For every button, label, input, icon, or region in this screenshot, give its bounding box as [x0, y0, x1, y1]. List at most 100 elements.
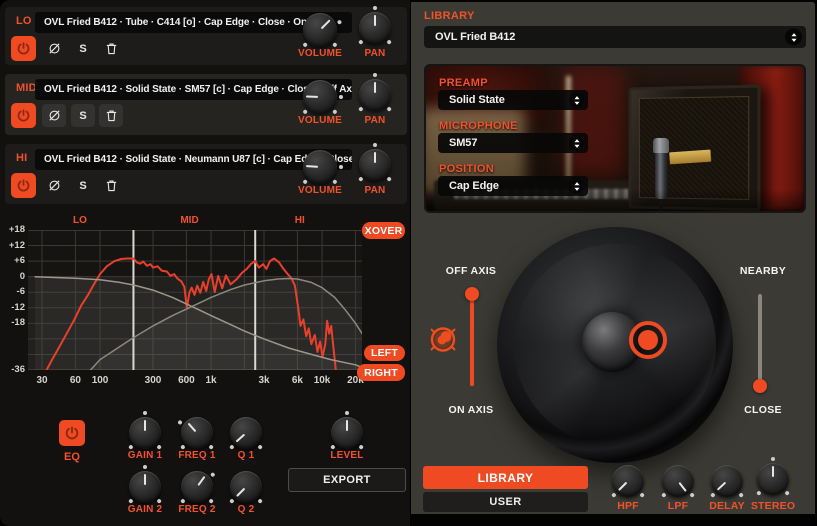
distance-slider[interactable]: [753, 287, 767, 393]
channel-strip-hi: HI OVL Fried B412 · Solid State · Neuman…: [5, 144, 407, 204]
q2-label: Q 2: [216, 504, 276, 515]
volume-knob[interactable]: [303, 80, 337, 114]
y-tick: +12: [6, 240, 25, 251]
slider-handle[interactable]: [465, 287, 479, 301]
volume-label: VOLUME: [288, 115, 352, 126]
left-channel-button[interactable]: LEFT: [364, 345, 405, 361]
axis-slider[interactable]: [465, 287, 479, 393]
phase-icon: [47, 178, 62, 193]
library-value: OVL Fried B412: [435, 31, 515, 43]
channel-strip-mid: MID OVL Fried B412 · Solid State · SM57 …: [5, 74, 407, 135]
delete-button[interactable]: [99, 174, 123, 197]
freq1-knob[interactable]: [181, 417, 213, 449]
microphone-dropdown[interactable]: SM57: [438, 133, 588, 153]
hpf-knob[interactable]: [612, 465, 644, 497]
hpf-label: HPF: [604, 500, 652, 512]
x-tick: 10k: [308, 375, 336, 386]
pan-knob[interactable]: [359, 12, 391, 44]
trash-icon: [104, 108, 119, 123]
gain2-knob[interactable]: [129, 471, 161, 503]
phase-invert-button[interactable]: [42, 174, 66, 197]
pan-label: PAN: [355, 115, 395, 126]
left-panel: LO OVL Fried B412 · Tube · C414 [o] · Ca…: [0, 0, 410, 526]
phase-invert-button[interactable]: [42, 37, 66, 60]
trash-icon: [104, 178, 119, 193]
pan-knob[interactable]: [359, 79, 391, 111]
cab-room-photo: PREAMP Solid State MICROPHONE SM57 POSIT…: [424, 64, 806, 213]
solo-button[interactable]: S: [71, 104, 95, 127]
preamp-label: PREAMP: [439, 77, 488, 89]
microphone-value: SM57: [449, 137, 477, 149]
pan-label: PAN: [355, 185, 395, 196]
graph-band-label: LO: [64, 215, 96, 226]
pan-knob[interactable]: [359, 149, 391, 181]
lpf-knob[interactable]: [662, 465, 694, 497]
position-dropdown[interactable]: Cap Edge: [438, 176, 588, 196]
dropdown-arrows-icon: [569, 179, 584, 194]
preamp-value: Solid State: [449, 94, 505, 106]
library-dropdown[interactable]: OVL Fried B412: [424, 26, 806, 48]
q1-knob[interactable]: [230, 417, 262, 449]
y-tick: +18: [6, 224, 25, 235]
volume-label: VOLUME: [288, 48, 352, 59]
delay-label: DELAY: [701, 500, 753, 512]
eq-power-button[interactable]: [59, 420, 85, 446]
x-tick: 100: [86, 375, 114, 386]
right-panel: LIBRARY OVL Fried B412 PREAMP Sol: [411, 2, 815, 514]
solo-button[interactable]: S: [71, 174, 95, 197]
dropdown-arrows-icon: [785, 29, 802, 46]
phase-invert-button[interactable]: [42, 104, 66, 127]
x-tick: 30: [28, 375, 56, 386]
level-knob[interactable]: [331, 417, 363, 449]
stereo-knob[interactable]: [757, 463, 789, 495]
delete-button[interactable]: [99, 37, 123, 60]
delete-button[interactable]: [99, 104, 123, 127]
microphone-label: MICROPHONE: [439, 120, 518, 132]
channel-strip-lo: LO OVL Fried B412 · Tube · C414 [o] · Ca…: [5, 7, 407, 65]
right-channel-button[interactable]: RIGHT: [357, 364, 405, 381]
position-value: Cap Edge: [449, 180, 499, 192]
y-tick: -12: [6, 302, 25, 313]
trash-icon: [104, 41, 119, 56]
power-icon: [16, 178, 31, 193]
q1-label: Q 1: [216, 450, 276, 461]
volume-knob[interactable]: [303, 13, 337, 47]
library-label: LIBRARY: [424, 10, 475, 22]
xover-button[interactable]: XOVER: [362, 222, 405, 239]
mic-position-mini-icon: [427, 322, 459, 356]
channel-power-button[interactable]: [11, 36, 36, 61]
y-tick: -36: [6, 364, 25, 375]
volume-knob[interactable]: [303, 150, 337, 184]
mic-position-marker[interactable]: [629, 321, 667, 359]
x-tick: 300: [139, 375, 167, 386]
y-tick: +6: [6, 255, 25, 266]
preamp-dropdown[interactable]: Solid State: [438, 90, 588, 110]
channel-power-button[interactable]: [11, 103, 36, 128]
x-tick: 3k: [250, 375, 278, 386]
pan-label: PAN: [355, 48, 395, 59]
freq2-knob[interactable]: [181, 471, 213, 503]
off-axis-label: OFF AXIS: [441, 265, 501, 277]
q2-knob[interactable]: [230, 471, 262, 503]
power-icon: [64, 425, 80, 441]
channel-power-button[interactable]: [11, 173, 36, 198]
gain2-label: GAIN 2: [115, 504, 175, 515]
y-tick: -18: [6, 317, 25, 328]
eq-plot-area[interactable]: [28, 230, 362, 370]
slider-handle[interactable]: [753, 379, 767, 393]
export-button[interactable]: EXPORT: [288, 468, 406, 492]
eq-label: EQ: [52, 451, 92, 463]
gain1-knob[interactable]: [129, 417, 161, 449]
close-label: CLOSE: [736, 404, 790, 416]
library-tab-button[interactable]: LIBRARY: [423, 466, 588, 489]
volume-label: VOLUME: [288, 185, 352, 196]
solo-button[interactable]: S: [71, 37, 95, 60]
graph-band-label: HI: [284, 215, 316, 226]
power-icon: [16, 41, 31, 56]
y-tick: 0: [6, 271, 25, 282]
level-label: LEVEL: [317, 450, 377, 461]
y-tick: -6: [6, 286, 25, 297]
dropdown-arrows-icon: [569, 93, 584, 108]
user-tab-button[interactable]: USER: [423, 492, 588, 512]
delay-knob[interactable]: [711, 465, 743, 497]
